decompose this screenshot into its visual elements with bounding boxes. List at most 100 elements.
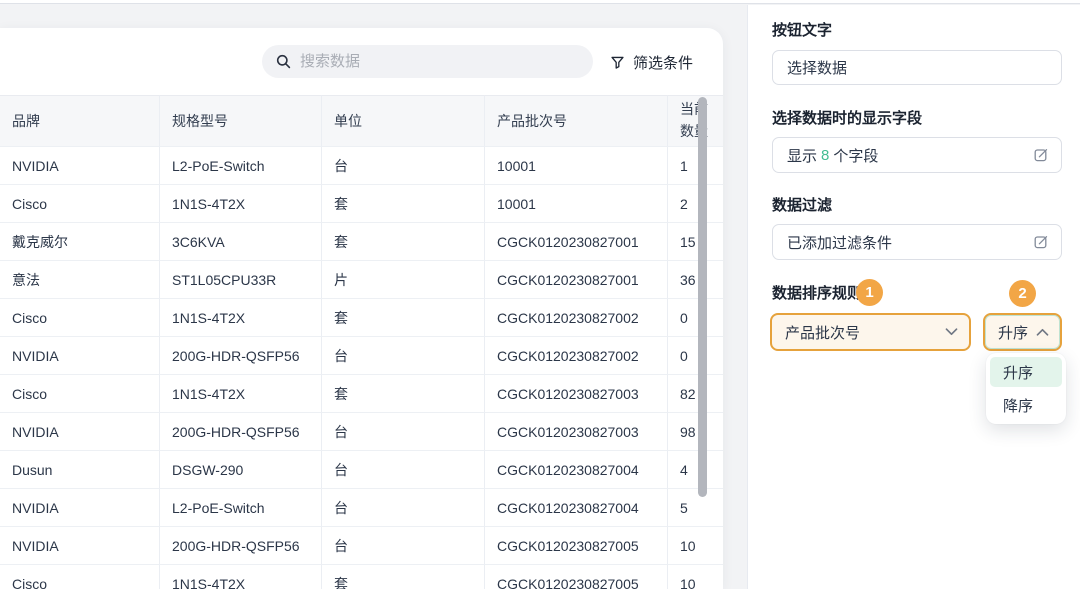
button-text-value: 选择数据 [787, 57, 1049, 78]
settings-panel: 按钮文字 选择数据 选择数据时的显示字段 显示 8 个字段 数据过滤 已添加过滤… [747, 5, 1080, 589]
filter-button[interactable]: 筛选条件 [610, 49, 693, 75]
cell-qty: 10 [668, 565, 723, 589]
cell-model: 1N1S-4T2X [160, 375, 322, 413]
cell-batch: CGCK0120230827001 [485, 223, 668, 261]
column-header-batch: 产品批次号 [485, 95, 668, 147]
filter-button-label: 筛选条件 [633, 52, 693, 73]
cell-batch: CGCK0120230827002 [485, 337, 668, 375]
cell-unit: 台 [322, 147, 485, 185]
search-icon [276, 54, 291, 69]
cell-model: 1N1S-4T2X [160, 185, 322, 223]
sort-rules-label: 数据排序规则 [772, 282, 862, 303]
menu-item-descending[interactable]: 降序 [990, 390, 1062, 420]
table-header-row: 品牌 规格型号 单位 产品批次号 当前数量 [0, 95, 723, 147]
cell-qty: 15 [668, 223, 723, 261]
sort-order-select[interactable]: 升序 [983, 313, 1062, 351]
cell-brand: Cisco [0, 299, 160, 337]
cell-brand: NVIDIA [0, 527, 160, 565]
chevron-up-icon [1036, 328, 1049, 336]
data-filter-input[interactable]: 已添加过滤条件 [772, 224, 1062, 260]
cell-qty: 0 [668, 337, 723, 375]
cell-unit: 套 [322, 223, 485, 261]
button-text-input[interactable]: 选择数据 [772, 50, 1062, 85]
cell-model: L2-PoE-Switch [160, 147, 322, 185]
cell-model: 1N1S-4T2X [160, 299, 322, 337]
cell-brand: 意法 [0, 261, 160, 299]
cell-model: 200G-HDR-QSFP56 [160, 337, 322, 375]
search-input[interactable] [300, 53, 581, 70]
cell-brand: NVIDIA [0, 337, 160, 375]
cell-qty: 5 [668, 489, 723, 527]
edit-icon[interactable] [1033, 234, 1049, 250]
cell-batch: CGCK0120230827005 [485, 527, 668, 565]
column-header-qty: 当前数量 [668, 95, 723, 147]
sort-field-value: 产品批次号 [785, 322, 860, 343]
step-badge-2: 2 [1009, 280, 1036, 307]
cell-unit: 片 [322, 261, 485, 299]
data-table: 品牌 规格型号 单位 产品批次号 当前数量 NVIDIA L2-PoE-Swit… [0, 95, 723, 589]
table-row: 戴克威尔 3C6KVA 套 CGCK0120230827001 15 [0, 223, 723, 261]
cell-batch: CGCK0120230827003 [485, 375, 668, 413]
top-bar [0, 0, 1080, 4]
cell-unit: 台 [322, 527, 485, 565]
table-row: NVIDIA 200G-HDR-QSFP56 台 CGCK01202308270… [0, 337, 723, 375]
button-text-label: 按钮文字 [772, 19, 832, 40]
sort-field-select[interactable]: 产品批次号 [770, 313, 971, 351]
cell-model: DSGW-290 [160, 451, 322, 489]
cell-unit: 套 [322, 185, 485, 223]
table-row: Cisco 1N1S-4T2X 套 CGCK0120230827002 0 [0, 299, 723, 337]
cell-qty: 0 [668, 299, 723, 337]
sort-order-value: 升序 [998, 322, 1028, 343]
funnel-icon [610, 55, 625, 70]
table-row: Dusun DSGW-290 台 CGCK0120230827004 4 [0, 451, 723, 489]
chevron-down-icon [945, 328, 958, 336]
display-fields-label: 选择数据时的显示字段 [772, 107, 922, 128]
edit-icon[interactable] [1033, 147, 1049, 163]
table-row: NVIDIA L2-PoE-Switch 台 10001 1 [0, 147, 723, 185]
menu-item-ascending[interactable]: 升序 [990, 357, 1062, 387]
cell-qty: 82 [668, 375, 723, 413]
step-badge-1: 1 [856, 279, 883, 306]
cell-batch: CGCK0120230827003 [485, 413, 668, 451]
cell-batch: CGCK0120230827001 [485, 261, 668, 299]
cell-unit: 台 [322, 413, 485, 451]
cell-batch: 10001 [485, 185, 668, 223]
cell-unit: 台 [322, 451, 485, 489]
table-row: Cisco 1N1S-4T2X 套 10001 2 [0, 185, 723, 223]
cell-batch: CGCK0120230827004 [485, 451, 668, 489]
table-vertical-scrollbar[interactable] [698, 97, 707, 497]
cell-qty: 36 [668, 261, 723, 299]
cell-brand: Dusun [0, 451, 160, 489]
cell-batch: CGCK0120230827002 [485, 299, 668, 337]
cell-brand: NVIDIA [0, 413, 160, 451]
cell-unit: 套 [322, 299, 485, 337]
cell-model: 200G-HDR-QSFP56 [160, 413, 322, 451]
cell-brand: Cisco [0, 185, 160, 223]
table-row: NVIDIA 200G-HDR-QSFP56 台 CGCK01202308270… [0, 527, 723, 565]
cell-qty: 4 [668, 451, 723, 489]
display-fields-count: 8 [817, 147, 833, 164]
data-filter-value: 已添加过滤条件 [787, 232, 1033, 253]
cell-unit: 台 [322, 337, 485, 375]
search-input-wrap [262, 45, 593, 78]
cell-batch: 10001 [485, 147, 668, 185]
cell-model: ST1L05CPU33R [160, 261, 322, 299]
cell-unit: 套 [322, 565, 485, 589]
cell-batch: CGCK0120230827005 [485, 565, 668, 589]
display-fields-prefix: 显示 [787, 145, 817, 166]
display-fields-suffix: 个字段 [833, 145, 878, 166]
cell-model: 3C6KVA [160, 223, 322, 261]
sort-order-dropdown-menu: 升序 降序 [986, 353, 1066, 424]
cell-qty: 10 [668, 527, 723, 565]
cell-brand: 戴克威尔 [0, 223, 160, 261]
table-row: Cisco 1N1S-4T2X 套 CGCK0120230827003 82 [0, 375, 723, 413]
cell-brand: Cisco [0, 565, 160, 589]
cell-unit: 套 [322, 375, 485, 413]
column-header-unit: 单位 [322, 95, 485, 147]
cell-qty: 2 [668, 185, 723, 223]
table-body: NVIDIA L2-PoE-Switch 台 10001 1 Cisco 1N1… [0, 147, 723, 589]
cell-brand: NVIDIA [0, 147, 160, 185]
display-fields-input[interactable]: 显示 8 个字段 [772, 137, 1062, 173]
cell-qty: 98 [668, 413, 723, 451]
table-row: Cisco 1N1S-4T2X 套 CGCK0120230827005 10 [0, 565, 723, 589]
